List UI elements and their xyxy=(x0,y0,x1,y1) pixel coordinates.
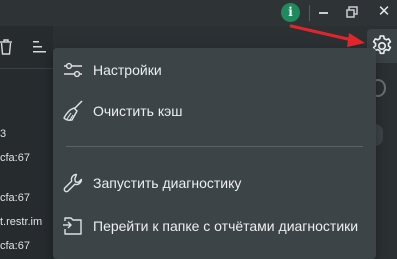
title-bar: i ✕ xyxy=(0,0,397,26)
list-item-text: t.restr.im xyxy=(0,216,43,228)
list-item-text: 3 xyxy=(0,128,7,140)
menu-item-run-diagnostics[interactable]: Запустить диагностику xyxy=(53,163,376,203)
title-bar-divider xyxy=(309,5,310,21)
close-window-button[interactable]: ✕ xyxy=(376,2,392,20)
menu-item-clear-cache[interactable]: Очистить кэш xyxy=(53,91,376,131)
menu-item-open-reports-folder[interactable]: Перейти к папке с отчётами диагностики xyxy=(53,206,376,246)
restore-window-icon[interactable] xyxy=(346,6,358,18)
trash-icon[interactable] xyxy=(0,38,14,56)
list-item-text: cfa:67 xyxy=(0,152,30,164)
settings-dropdown-menu: Настройки Очистить кэш Запустить диагнос… xyxy=(53,48,376,259)
folder-export-icon xyxy=(63,217,82,235)
menu-item-label: Перейти к папке с отчётами диагностики xyxy=(93,218,359,234)
info-icon[interactable]: i xyxy=(281,3,300,22)
menu-item-settings[interactable]: Настройки xyxy=(53,50,376,90)
wrench-icon xyxy=(63,173,83,193)
left-pane: 3 cfa:67 cfa:67 t.restr.im cfa:67 xyxy=(0,26,53,259)
list-item-text: cfa:67 xyxy=(0,192,30,204)
broom-icon xyxy=(63,100,83,121)
menu-item-label: Настройки xyxy=(93,62,162,78)
menu-divider xyxy=(66,146,363,147)
left-toolbar xyxy=(0,26,53,69)
minimize-button[interactable] xyxy=(319,12,328,14)
list-item-text: cfa:67 xyxy=(0,240,30,252)
sort-list-icon[interactable] xyxy=(33,41,46,53)
sliders-icon xyxy=(64,62,82,78)
menu-item-label: Запустить диагностику xyxy=(93,175,242,191)
menu-item-label: Очистить кэш xyxy=(93,103,183,119)
